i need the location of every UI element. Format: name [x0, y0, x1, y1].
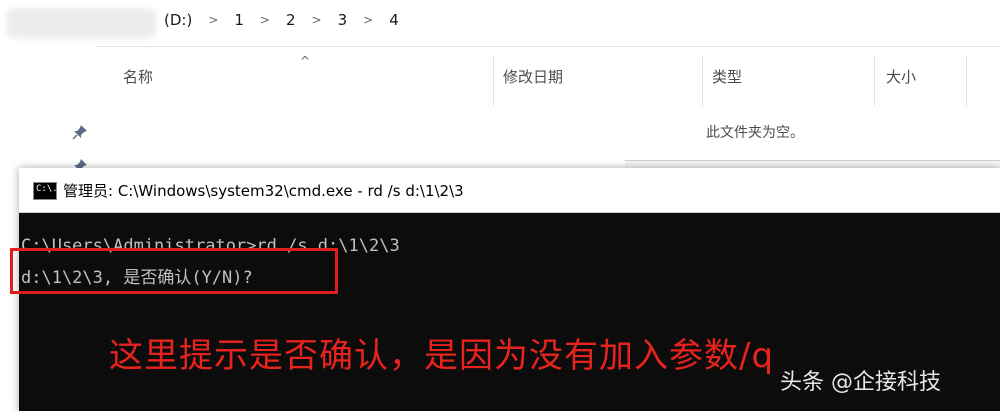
column-divider[interactable]: [966, 56, 967, 106]
chevron-right-icon[interactable]: >: [260, 13, 270, 27]
breadcrumb-3[interactable]: 3: [334, 11, 352, 29]
breadcrumb: (D:) > 1 > 2 > 3 > 4: [160, 11, 403, 29]
column-name[interactable]: 名称: [123, 66, 153, 87]
breadcrumb-2[interactable]: 2: [282, 11, 300, 29]
highlight-box: [10, 248, 338, 294]
breadcrumb-1[interactable]: 1: [230, 11, 248, 29]
column-modified[interactable]: 修改日期: [503, 66, 563, 87]
watermark: 头条 @企接科技: [780, 370, 941, 395]
column-divider[interactable]: [874, 56, 875, 106]
column-divider[interactable]: [493, 56, 494, 106]
blurred-path-segment: [6, 8, 156, 38]
column-divider[interactable]: [702, 56, 703, 106]
column-headers: ^ 名称 修改日期 类型 大小: [96, 46, 1000, 106]
breadcrumb-drive[interactable]: (D:): [160, 11, 196, 29]
chevron-right-icon[interactable]: >: [363, 13, 373, 27]
empty-folder-message: 此文件夹为空。: [706, 125, 804, 141]
window-title: 管理员: C:\Windows\system32\cmd.exe - rd /s…: [63, 182, 464, 200]
cmd-icon: C:\.: [33, 182, 58, 200]
sort-ascending-icon: ^: [300, 54, 311, 68]
annotation-text: 这里提示是否确认，是因为没有加入参数/q: [109, 336, 775, 376]
column-size[interactable]: 大小: [886, 66, 916, 87]
cmd-titlebar[interactable]: C:\. 管理员: C:\Windows\system32\cmd.exe - …: [19, 168, 1000, 213]
cmd-icon-text: C:\.: [36, 184, 58, 194]
address-bar[interactable]: (D:) > 1 > 2 > 3 > 4: [0, 0, 1000, 47]
pin-icon[interactable]: [72, 124, 88, 140]
chevron-right-icon[interactable]: >: [208, 13, 218, 27]
column-type[interactable]: 类型: [712, 66, 742, 87]
chevron-right-icon[interactable]: >: [312, 13, 322, 27]
breadcrumb-4[interactable]: 4: [385, 11, 403, 29]
